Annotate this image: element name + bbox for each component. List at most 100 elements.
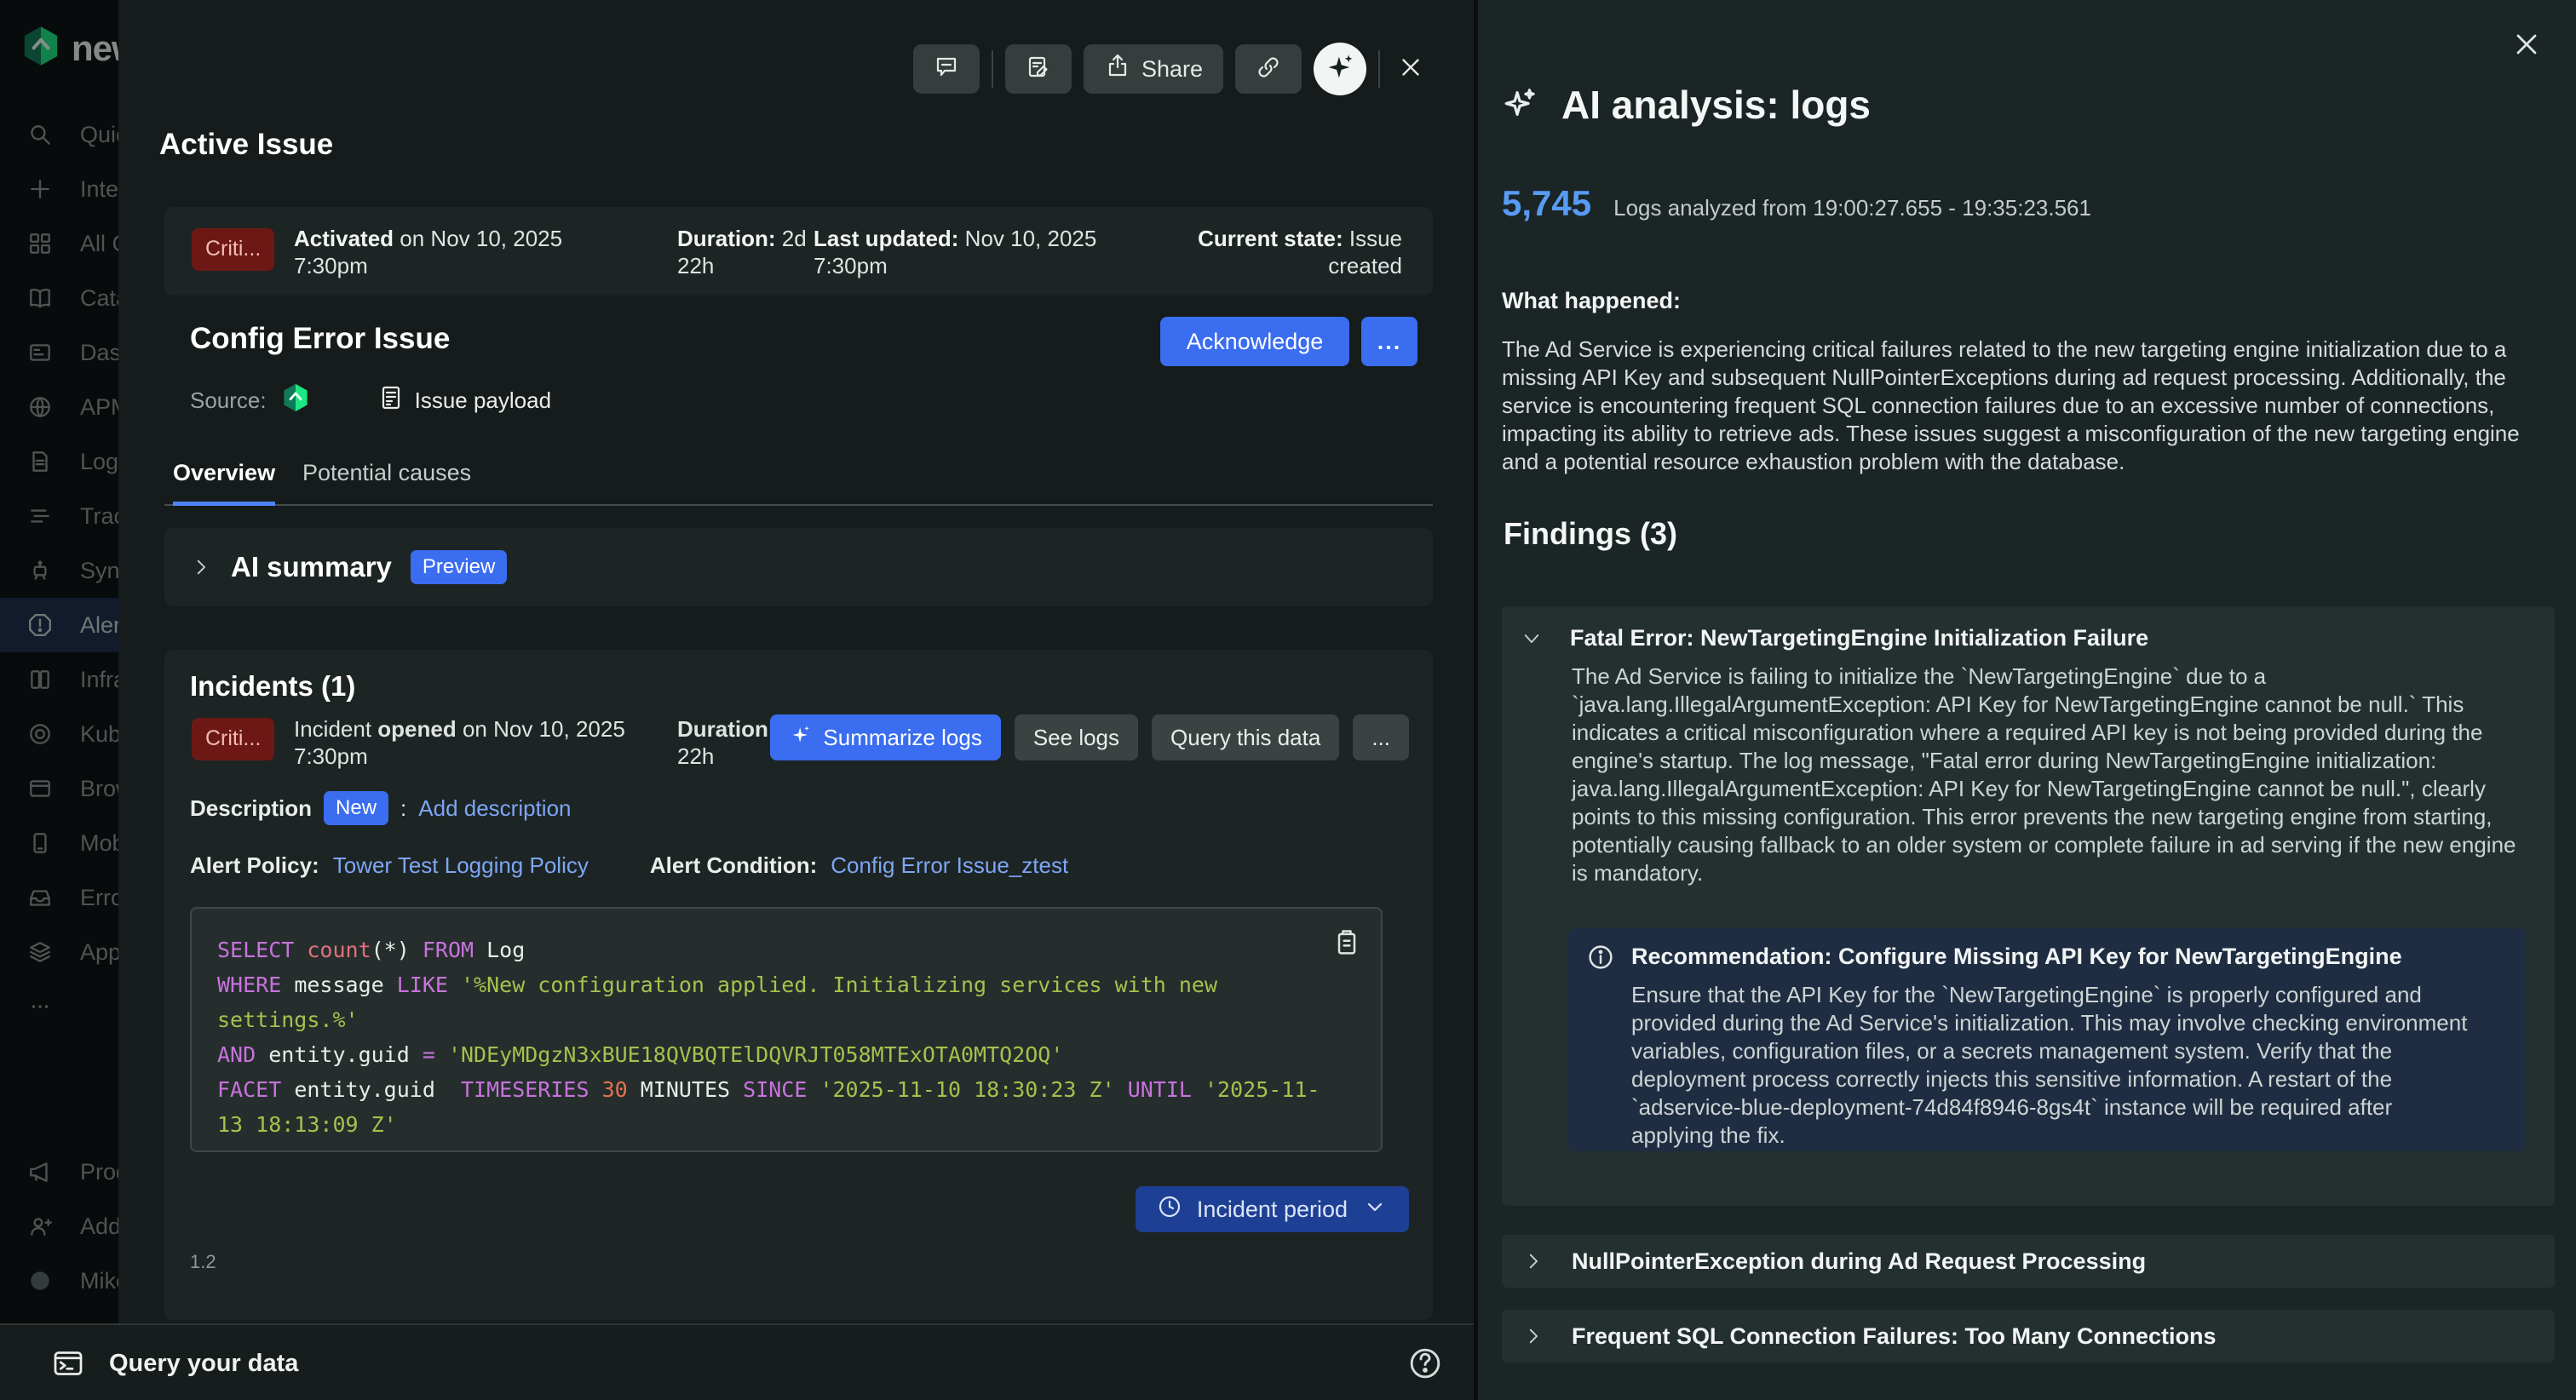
chevron-right-icon[interactable] xyxy=(1522,1325,1544,1347)
sidebar-item-apm[interactable]: APM xyxy=(0,380,118,434)
sidebar-item-synthetics[interactable]: Synth xyxy=(0,543,118,598)
sidebar-item-label: Alerts xyxy=(80,612,118,639)
incident-severity-badge[interactable]: Criti... xyxy=(192,718,274,760)
tab-bar: Overview Potential causes xyxy=(164,460,1433,506)
sidebar-item-kubernetes[interactable]: Kuber xyxy=(0,707,118,761)
finding-card-collapsed[interactable]: NullPointerException during Ad Request P… xyxy=(1502,1235,2555,1288)
version-label: 1.2 xyxy=(190,1251,216,1273)
sidebar-item-label: Apps xyxy=(80,939,118,966)
payload-document-icon xyxy=(377,384,405,417)
sidebar-item-catalogs[interactable]: Catal xyxy=(0,271,118,325)
alert-condition-label: Alert Condition: xyxy=(650,852,817,879)
layers-icon xyxy=(27,939,53,965)
sidebar-item-dashboards[interactable]: Dash xyxy=(0,325,118,380)
notes-button[interactable] xyxy=(1005,44,1072,94)
sidebar-item-more[interactable] xyxy=(0,979,118,1034)
sidebar-item-apps[interactable]: Apps xyxy=(0,925,118,979)
chevron-right-icon[interactable] xyxy=(1522,1250,1544,1272)
sidebar-item-integrations[interactable]: Integr xyxy=(0,162,118,216)
findings-title: Findings (3) xyxy=(1504,516,1677,552)
link-icon xyxy=(1255,54,1282,85)
alert-condition-link[interactable]: Config Error Issue_ztest xyxy=(831,852,1068,879)
sidebar-nav: Quick Integr All CaCatal Dash APMLogsTraceSy… xyxy=(0,107,118,1034)
help-button[interactable] xyxy=(1406,1344,1445,1383)
share-icon xyxy=(1104,53,1131,86)
search-icon xyxy=(27,122,53,147)
finding-header[interactable]: Fatal Error: NewTargetingEngine Initiali… xyxy=(1521,625,2148,651)
activated-column: Activated on Nov 10, 2025 7:30pm xyxy=(294,226,562,279)
tab-overview[interactable]: Overview xyxy=(173,460,275,506)
sidebar-item-errors[interactable]: Errors xyxy=(0,870,118,925)
feedback-button[interactable] xyxy=(913,44,980,94)
alert-row: Alert Policy: Tower Test Logging Policy … xyxy=(190,852,1068,879)
summarize-logs-button[interactable]: Summarize logs xyxy=(770,714,1000,760)
logs-count-caption: Logs analyzed from 19:00:27.655 - 19:35:… xyxy=(1613,195,2091,221)
document-icon xyxy=(27,449,53,474)
query-bar[interactable]: Query your data xyxy=(0,1323,1474,1400)
avatar-icon xyxy=(27,1268,53,1294)
incident-opened: Incident opened on Nov 10, 2025 7:30pm xyxy=(294,716,625,770)
alert-policy-link[interactable]: Tower Test Logging Policy xyxy=(333,852,589,879)
globe-icon xyxy=(27,394,53,420)
incident-period-button[interactable]: Incident period xyxy=(1136,1186,1409,1232)
copy-link-button[interactable] xyxy=(1235,44,1302,94)
acknowledge-button[interactable]: Acknowledge xyxy=(1160,317,1349,366)
toolbar-divider xyxy=(1378,50,1380,88)
ai-analysis-panel: AI analysis: logs 5,745 Logs analyzed fr… xyxy=(1474,0,2576,1400)
what-happened-text: The Ad Service is experiencing critical … xyxy=(1502,336,2534,476)
sidebar-item-label: Dash xyxy=(80,340,118,366)
close-modal-button[interactable] xyxy=(1392,50,1429,88)
close-panel-button[interactable] xyxy=(2510,27,2547,65)
see-logs-button[interactable]: See logs xyxy=(1015,714,1138,760)
sidebar-item-label: Quick xyxy=(80,122,118,148)
issue-summary-card: Criti... Activated on Nov 10, 2025 7:30p… xyxy=(164,207,1433,295)
sidebar-item-logs[interactable]: Logs xyxy=(0,434,118,489)
sidebar-item-browser[interactable]: Brows xyxy=(0,761,118,816)
dots-icon xyxy=(27,994,53,1019)
incident-more-button[interactable]: ... xyxy=(1353,714,1409,760)
copy-icon[interactable] xyxy=(1331,927,1362,958)
severity-badge[interactable]: Criti... xyxy=(192,228,274,271)
servers-icon xyxy=(27,667,53,692)
add-description-link[interactable]: Add description xyxy=(418,795,571,822)
chevron-down-icon[interactable] xyxy=(1521,628,1543,650)
sidebar-item-label: Integr xyxy=(80,176,118,203)
modal-toolbar: Share xyxy=(913,43,1429,95)
sidebar-item-label: Mobil xyxy=(80,830,118,857)
comment-icon xyxy=(933,54,960,85)
sidebar-item-add-user[interactable]: Add U xyxy=(0,1199,118,1254)
finding-card-collapsed[interactable]: Frequent SQL Connection Failures: Too Ma… xyxy=(1502,1310,2555,1363)
book-icon xyxy=(27,285,53,311)
sidebar-item-alerts[interactable]: Alerts xyxy=(0,598,118,652)
sidebar-item-quick-find[interactable]: Quick xyxy=(0,107,118,162)
sidebar-item-infrastructure[interactable]: Infras xyxy=(0,652,118,707)
dashboard-icon xyxy=(27,340,53,365)
tab-potential-causes[interactable]: Potential causes xyxy=(302,460,471,502)
sidebar-item-mobile[interactable]: Mobil xyxy=(0,816,118,870)
sidebar-item-user-mike[interactable]: Mike xyxy=(0,1254,118,1308)
sidebar-item-label: Kuber xyxy=(80,721,118,748)
sidebar-item-product-updates[interactable]: Produ xyxy=(0,1145,118,1199)
last-updated-column: Last updated: Nov 10, 2025 7:30pm xyxy=(814,226,1096,279)
page-title: Active Issue xyxy=(159,128,333,162)
browser-icon xyxy=(27,776,53,801)
ai-summary-card[interactable]: AI summary Preview xyxy=(164,528,1433,606)
share-button[interactable]: Share xyxy=(1084,44,1223,94)
chevron-right-icon[interactable] xyxy=(190,556,212,578)
logo[interactable]: new xyxy=(22,26,118,71)
sidebar-item-traces[interactable]: Trace xyxy=(0,489,118,543)
sidebar-item-label: Infras xyxy=(80,667,118,693)
sidebar: new Quick Integr All CaCatal Dash APMLogsTra… xyxy=(0,0,118,1323)
sidebar-item-all-capabilities[interactable]: All Ca xyxy=(0,216,118,271)
plus-icon xyxy=(27,176,53,202)
source-row: Source: Issue payload xyxy=(190,383,551,418)
toolbar-divider xyxy=(992,50,993,88)
issue-title-row: Config Error Issue Acknowledge ... xyxy=(190,317,1417,366)
ai-assistant-button[interactable] xyxy=(1314,43,1366,95)
person-add-icon xyxy=(27,1214,53,1239)
query-this-data-button[interactable]: Query this data xyxy=(1152,714,1339,760)
nrql-query-block[interactable]: SELECT count(*) FROM LogWHERE message LI… xyxy=(190,907,1383,1152)
issue-more-button[interactable]: ... xyxy=(1361,317,1417,366)
issue-payload-button[interactable]: Issue payload xyxy=(377,384,551,417)
current-state-column: Current state: Issue created xyxy=(1198,226,1402,279)
